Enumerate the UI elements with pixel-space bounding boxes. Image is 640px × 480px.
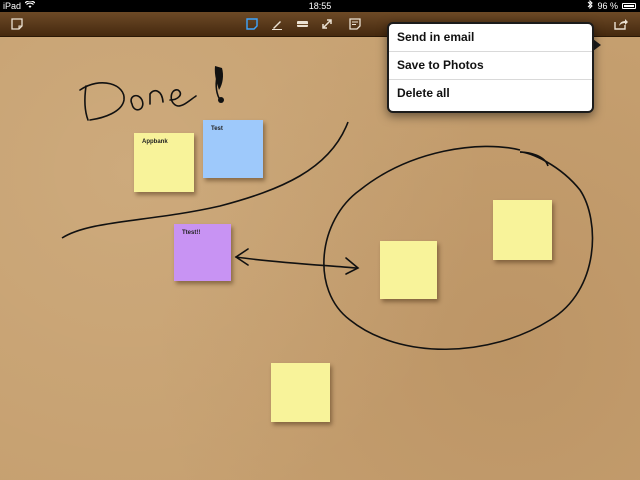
battery-icon — [622, 3, 636, 9]
send-in-email-item[interactable]: Send in email — [389, 24, 592, 52]
pen-icon[interactable] — [268, 15, 286, 33]
sticky-note-blank-1[interactable] — [380, 241, 437, 299]
sticky-note-test[interactable]: Test — [203, 120, 263, 178]
sticky-note-blank-2[interactable] — [493, 200, 552, 260]
note-list-icon[interactable] — [346, 15, 364, 33]
delete-all-item[interactable]: Delete all — [389, 80, 592, 107]
note-text: Appbank — [142, 139, 168, 145]
eraser-icon[interactable] — [293, 15, 311, 33]
bluetooth-icon — [587, 0, 594, 12]
resize-icon[interactable] — [318, 15, 336, 33]
save-to-photos-item[interactable]: Save to Photos — [389, 52, 592, 80]
battery-percent: 96 % — [597, 1, 618, 11]
note-tool-icon[interactable] — [243, 15, 261, 33]
sticky-note-appbank[interactable]: Appbank — [134, 133, 194, 192]
note-text: Test — [211, 126, 223, 132]
share-menu: Send in email Save to Photos Delete all — [387, 22, 594, 113]
note-text: Ttest!! — [182, 230, 201, 236]
sticky-note-blank-3[interactable] — [271, 363, 330, 422]
status-time: 18:55 — [308, 1, 332, 11]
sticky-note-icon[interactable] — [8, 15, 26, 33]
share-icon[interactable] — [612, 15, 630, 33]
status-bar: iPad 18:55 96 % — [0, 0, 640, 12]
sticky-note-ttest[interactable]: Ttest!! — [174, 224, 231, 281]
